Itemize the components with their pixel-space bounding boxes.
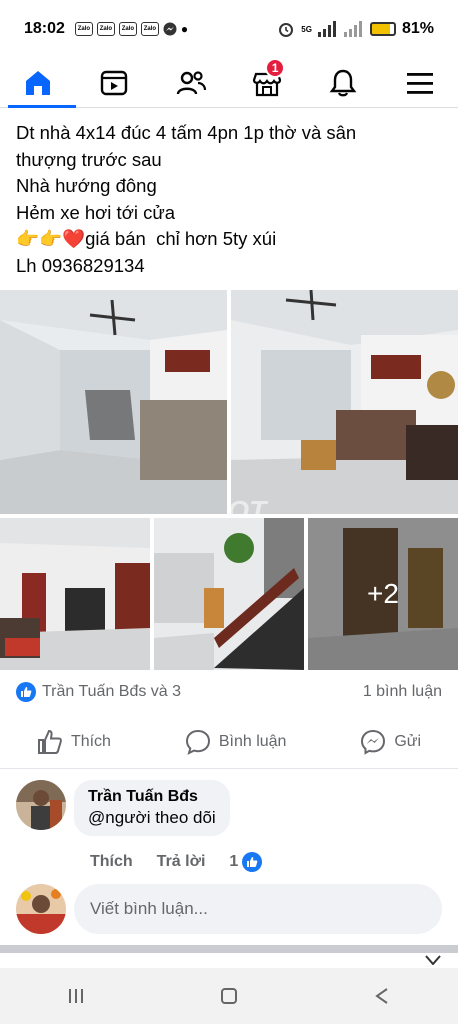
post-line: thượng trước sau <box>16 148 162 170</box>
like-reaction-icon <box>16 682 36 702</box>
more-dot-icon: ● <box>180 22 189 36</box>
photo-watermark: choTOT <box>231 495 267 514</box>
tab-marketplace[interactable]: 1 <box>237 57 297 108</box>
bell-icon <box>330 69 357 96</box>
status-right: 5G 81% <box>277 20 434 38</box>
like-button[interactable]: Thích <box>37 729 111 755</box>
more-photos-count: +2 <box>367 578 399 609</box>
hamburger-icon <box>406 72 433 94</box>
marketplace-badge: 1 <box>265 57 286 78</box>
photo-1[interactable] <box>0 290 227 514</box>
photo-grid: choTOT <box>0 290 458 670</box>
tab-video[interactable] <box>84 58 144 108</box>
thumbs-up-icon <box>37 729 62 754</box>
notification-icons: Zalo Zalo Zalo Zalo ● <box>74 22 189 36</box>
reaction-summary[interactable]: Trần Tuấn Bđs và 3 1 bình luận <box>16 680 442 704</box>
photo-staircase-image <box>154 518 304 670</box>
send-label: Gửi <box>394 733 422 750</box>
signal-icon <box>317 21 336 37</box>
comment-input[interactable]: Viết bình luận... <box>74 884 442 934</box>
user-avatar <box>16 884 66 934</box>
comment-like-button[interactable]: Thích <box>90 853 133 871</box>
signal-icon-2 <box>343 21 362 37</box>
comment-label: Bình luận <box>218 733 287 750</box>
comment-icon <box>185 729 210 755</box>
photo-4[interactable] <box>154 518 304 670</box>
battery-icon <box>369 22 396 36</box>
post-actions: Thích Bình luận Gửi <box>0 722 458 762</box>
tab-menu[interactable] <box>390 58 450 108</box>
home-icon <box>26 70 51 95</box>
home-button-icon[interactable] <box>219 986 239 1006</box>
network-label: 5G <box>301 24 312 34</box>
comment-author[interactable]: Trần Tuấn Bđs <box>88 788 216 806</box>
avatar[interactable] <box>16 780 66 830</box>
post-line: Dt nhà 4x14 đúc 4 tấm 4pn 1p thờ và sân <box>16 122 357 143</box>
comment-like-number: 1 <box>229 853 239 870</box>
reaction-names: Trần Tuấn Bđs và 3 <box>42 683 182 700</box>
friends-icon <box>176 70 206 94</box>
clock: 18:02 <box>24 20 65 37</box>
comment-count[interactable]: 1 bình luận <box>363 683 442 701</box>
send-button[interactable]: Gửi <box>360 729 421 755</box>
comment-button[interactable]: Bình luận <box>185 729 287 755</box>
comment-text: @người theo dõi <box>88 808 216 827</box>
comment-bubble[interactable]: Trần Tuấn Bđs @người theo dõi <box>74 780 230 836</box>
close-icon[interactable] <box>424 955 442 965</box>
write-comment-row: Viết bình luận... <box>16 884 446 936</box>
system-nav-bar <box>0 968 458 1024</box>
comment-meta: Thích Trả lời 1 <box>90 852 263 872</box>
post-line: Hẻm xe hơi tới cửa <box>16 201 175 223</box>
comment-reply-button[interactable]: Trả lời <box>157 853 206 871</box>
back-icon[interactable] <box>372 986 392 1006</box>
photo-3[interactable] <box>0 518 150 670</box>
top-nav: 1 <box>0 57 458 108</box>
zalo-icon: Zalo <box>118 22 137 36</box>
battery-level: 81% <box>401 20 434 37</box>
alarm-icon <box>279 23 294 37</box>
messenger-send-icon <box>361 729 386 755</box>
photo-living-room-image <box>231 290 458 514</box>
comment-like-count[interactable]: 1 <box>229 852 263 872</box>
photo-5[interactable]: +2 <box>308 518 458 670</box>
like-label: Thích <box>70 733 111 750</box>
zalo-icon: Zalo <box>74 22 93 36</box>
photo-2[interactable]: choTOT <box>231 290 458 514</box>
post-text: Dt nhà 4x14 đúc 4 tấm 4pn 1p thờ và sân … <box>16 120 446 279</box>
tab-friends[interactable] <box>161 58 221 108</box>
more-photos-overlay[interactable]: +2 <box>308 518 458 670</box>
divider <box>0 768 458 769</box>
post-line: 👉👉❤️giá bán chỉ hơn 5ty xúi <box>16 228 277 249</box>
like-reaction-icon <box>242 852 263 872</box>
photo-office-room-image <box>0 518 150 670</box>
tab-notifications[interactable] <box>313 58 373 108</box>
zalo-icon: Zalo <box>140 22 159 36</box>
post-line: Nhà hướng đông <box>16 175 157 196</box>
zalo-icon: Zalo <box>96 22 115 36</box>
status-bar: 18:02 Zalo Zalo Zalo Zalo ● 5G 81% <box>0 0 458 58</box>
tab-home[interactable] <box>8 58 77 108</box>
post-line: Lh 0936829134 <box>16 254 145 276</box>
messenger-icon <box>163 22 177 36</box>
photo-stairway-image <box>0 290 227 514</box>
video-icon <box>101 70 128 95</box>
recent-apps-icon[interactable] <box>66 986 86 1006</box>
